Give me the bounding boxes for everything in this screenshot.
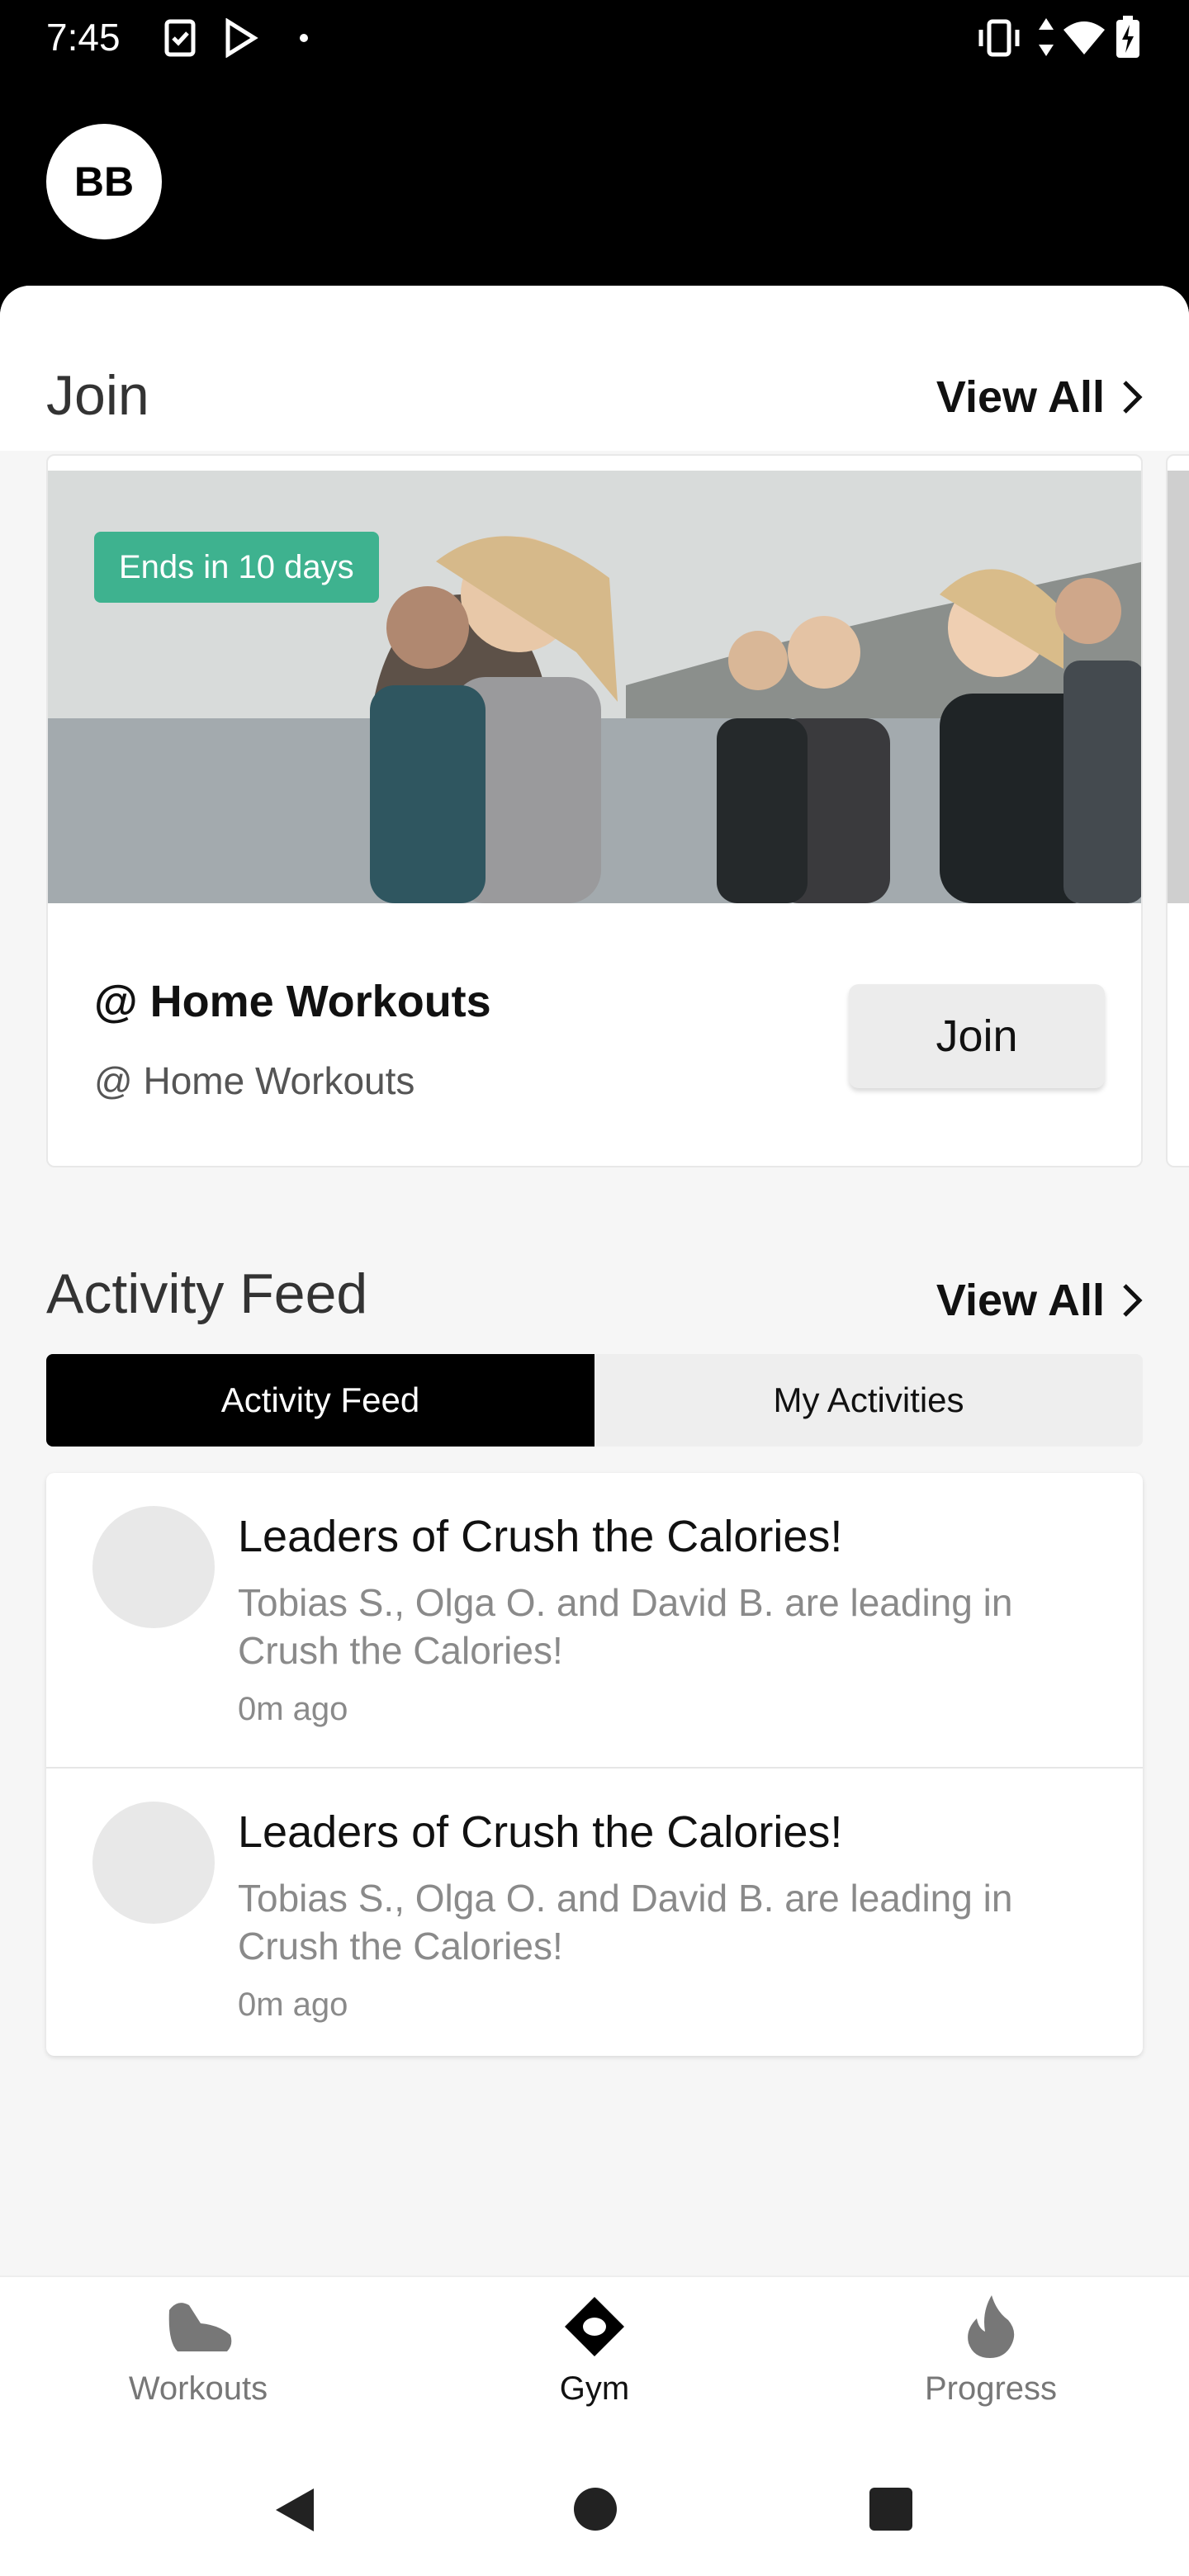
feed-item-title: Leaders of Crush the Calories!: [238, 1807, 843, 1857]
tab-my-activities[interactable]: My Activities: [594, 1354, 1143, 1447]
view-all-label: View All: [936, 1276, 1105, 1325]
user-avatar[interactable]: BB: [46, 124, 162, 239]
shoe-icon: [168, 2303, 232, 2351]
join-view-all-link[interactable]: View All: [936, 372, 1143, 423]
join-button[interactable]: Join: [849, 984, 1105, 1088]
avatar-initials: BB: [73, 159, 135, 205]
activity-feed-list: Leaders of Crush the Calories! Tobias S.…: [46, 1473, 1143, 2056]
nav-item-workouts[interactable]: Workouts: [33, 2294, 363, 2408]
data-arrows-icon: [1039, 18, 1054, 56]
nav-item-gym[interactable]: Gym: [429, 2294, 760, 2408]
play-store-icon: [225, 18, 258, 58]
flame-icon: [968, 2295, 1015, 2358]
activity-tabs: Activity Feed My Activities: [46, 1354, 1143, 1447]
list-item[interactable]: Leaders of Crush the Calories! Tobias S.…: [46, 1769, 1143, 2062]
wifi-icon: [1063, 21, 1105, 54]
status-bar: 7:45: [0, 0, 1189, 74]
status-time: 7:45: [46, 16, 121, 59]
view-all-label: View All: [936, 372, 1105, 422]
tab-activity-feed[interactable]: Activity Feed: [46, 1354, 594, 1447]
activity-view-all-link[interactable]: View All: [936, 1275, 1143, 1326]
system-nav-bar: [0, 2441, 1189, 2576]
battery-charging-icon: [1116, 16, 1139, 58]
feed-item-time: 0m ago: [238, 1986, 348, 2023]
activity-section-title: Activity Feed: [46, 1262, 368, 1325]
feed-avatar: [92, 1802, 215, 1924]
nav-label: Progress: [924, 2370, 1058, 2407]
challenge-card[interactable]: Ends in 10 days @ Home Workouts @ Home W…: [46, 454, 1143, 1167]
bottom-navigation: Workouts Gym Progress: [0, 2275, 1189, 2442]
vibrate-icon: [978, 19, 1020, 57]
clipboard-check-icon: [164, 19, 196, 57]
challenge-subtitle: @ Home Workouts: [94, 1059, 415, 1102]
chevron-right-icon: [1123, 381, 1143, 414]
nav-item-progress[interactable]: Progress: [826, 2294, 1156, 2408]
list-item[interactable]: Leaders of Crush the Calories! Tobias S.…: [46, 1473, 1143, 1769]
home-icon[interactable]: [573, 2487, 618, 2531]
sheet-top: [0, 286, 1189, 451]
back-icon[interactable]: [272, 2487, 317, 2533]
feed-item-time: 0m ago: [238, 1691, 348, 1727]
challenge-title: @ Home Workouts: [94, 977, 491, 1026]
chevron-right-icon: [1123, 1284, 1143, 1317]
nav-label: Workouts: [128, 2370, 268, 2407]
feed-item-description: Tobias S., Olga O. and David B. are lead…: [238, 1581, 1013, 1672]
feed-item-title: Leaders of Crush the Calories!: [238, 1512, 843, 1561]
next-challenge-card-peek[interactable]: [1166, 454, 1189, 1167]
challenge-photo: Ends in 10 days: [48, 471, 1141, 903]
next-card-image: [1168, 471, 1189, 903]
recents-icon[interactable]: [869, 2487, 913, 2531]
feed-avatar: [92, 1506, 215, 1628]
gym-icon: [565, 2297, 624, 2356]
ends-in-badge: Ends in 10 days: [94, 532, 379, 603]
header: BB: [0, 74, 1189, 289]
nav-label: Gym: [559, 2370, 630, 2407]
feed-item-description: Tobias S., Olga O. and David B. are lead…: [238, 1877, 1013, 1968]
notification-dot-icon: [300, 34, 308, 42]
join-section-title: Join: [46, 364, 149, 427]
